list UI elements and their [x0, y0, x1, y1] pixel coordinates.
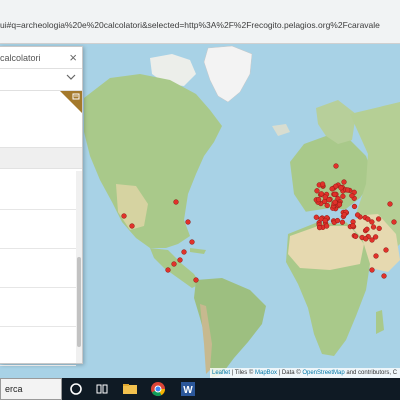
chrome-icon[interactable]	[150, 381, 166, 397]
map-marker[interactable]	[372, 234, 379, 240]
word-icon[interactable]: W	[180, 381, 196, 397]
svg-text:W: W	[183, 385, 193, 396]
task-view-icon[interactable]	[94, 381, 110, 397]
map-marker[interactable]	[185, 219, 191, 225]
bookmark-icon[interactable]	[60, 91, 82, 113]
map-marker[interactable]	[340, 193, 346, 200]
windows-taskbar: erca W	[0, 378, 400, 400]
map-marker[interactable]	[322, 194, 328, 200]
map-marker[interactable]	[364, 226, 370, 232]
map-marker[interactable]	[314, 188, 320, 194]
map-marker[interactable]	[333, 163, 339, 169]
map-marker[interactable]	[129, 223, 135, 229]
map-marker[interactable]	[329, 186, 335, 192]
map-marker[interactable]	[336, 201, 343, 208]
map-marker[interactable]	[315, 196, 322, 203]
result-card[interactable]	[0, 91, 82, 147]
map-marker[interactable]	[165, 267, 171, 273]
map-marker[interactable]	[369, 267, 375, 273]
map-marker[interactable]	[173, 199, 179, 205]
list-item[interactable]	[0, 171, 76, 210]
search-panel: calcolatori ×	[0, 46, 83, 366]
map-marker[interactable]	[363, 236, 369, 242]
map-marker[interactable]	[369, 219, 375, 225]
map-marker[interactable]	[189, 239, 195, 245]
map-marker[interactable]	[370, 224, 377, 230]
map-marker[interactable]	[316, 224, 323, 231]
file-explorer-icon[interactable]	[122, 381, 138, 397]
map-marker[interactable]	[339, 219, 346, 225]
mapbox-link[interactable]: MapBox	[255, 370, 277, 376]
map-marker[interactable]	[352, 233, 359, 240]
map-marker[interactable]	[381, 273, 387, 279]
close-icon[interactable]: ×	[69, 50, 77, 65]
map-marker[interactable]	[375, 216, 382, 222]
list-item[interactable]	[0, 327, 76, 366]
map-attribution: Leaflet | Tiles © MapBox | Data © OpenSt…	[210, 368, 400, 378]
map-marker[interactable]	[350, 222, 356, 229]
map-marker[interactable]	[324, 202, 330, 209]
list-item[interactable]	[0, 288, 76, 327]
results-scrollbar[interactable]	[76, 171, 82, 363]
map-marker[interactable]	[324, 223, 330, 229]
map-marker[interactable]	[351, 203, 358, 210]
map-marker[interactable]	[391, 219, 397, 225]
filter-dropdown[interactable]	[0, 69, 82, 91]
map-marker[interactable]	[334, 217, 341, 224]
map-marker[interactable]	[322, 217, 328, 224]
attribution-sep-2: | Data ©	[277, 370, 303, 376]
map-marker[interactable]	[313, 214, 319, 220]
map-marker[interactable]	[181, 249, 187, 255]
map-marker[interactable]	[193, 277, 199, 283]
map-marker[interactable]	[171, 261, 177, 267]
map-marker[interactable]	[332, 191, 338, 198]
map-marker[interactable]	[383, 247, 389, 253]
map-marker[interactable]	[121, 213, 127, 219]
map-marker[interactable]	[373, 253, 379, 259]
browser-address-bar[interactable]: ui#q=archeologia%20e%20calcolatori&selec…	[0, 0, 400, 44]
taskbar-search-text: erca	[5, 384, 23, 394]
map-marker[interactable]	[177, 257, 183, 263]
map-marker[interactable]	[319, 181, 326, 187]
map-marker[interactable]	[341, 212, 347, 218]
search-query: calcolatori	[0, 53, 41, 63]
search-input[interactable]: calcolatori ×	[0, 47, 82, 69]
results-list	[0, 171, 76, 366]
cortana-icon[interactable]	[68, 381, 84, 397]
osm-link[interactable]: OpenStreetMap	[302, 370, 344, 376]
map-marker[interactable]	[341, 179, 347, 185]
chevron-down-icon	[66, 74, 76, 80]
map-marker[interactable]	[387, 201, 393, 207]
map-marker[interactable]	[349, 192, 355, 199]
map-marker[interactable]	[354, 212, 361, 218]
leaflet-link[interactable]: Leaflet	[212, 370, 230, 376]
list-item[interactable]	[0, 210, 76, 249]
map-marker[interactable]	[376, 225, 382, 232]
map-marker[interactable]	[332, 199, 338, 205]
attribution-rest: and contributors, C	[344, 370, 398, 376]
url-text: ui#q=archeologia%20e%20calcolatori&selec…	[0, 20, 380, 30]
list-item[interactable]	[0, 249, 76, 288]
map-marker[interactable]	[338, 185, 344, 191]
taskbar-search-box[interactable]: erca	[0, 378, 62, 400]
results-header-bar	[0, 147, 82, 169]
scroll-thumb[interactable]	[77, 257, 81, 347]
attribution-sep-1: | Tiles ©	[230, 370, 255, 376]
map-marker[interactable]	[344, 187, 351, 193]
